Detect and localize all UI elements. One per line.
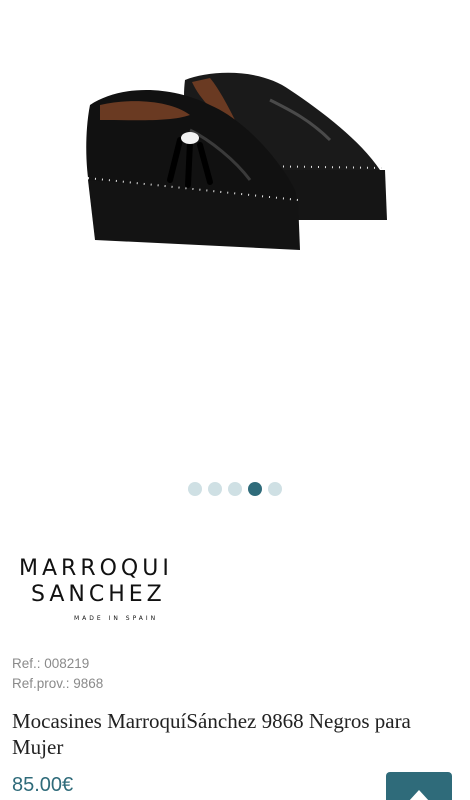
gallery-pagination <box>0 482 470 496</box>
brand-name-line1: MARROQUI <box>19 556 173 581</box>
gallery-dot-2[interactable] <box>208 482 222 496</box>
product-title: Mocasines MarroquíSánchez 9868 Negros pa… <box>12 709 411 759</box>
brand-tagline: MADE IN SPAIN <box>74 615 159 622</box>
product-image-gallery[interactable] <box>0 0 470 496</box>
product-ref: Ref.: 008219 <box>12 656 90 671</box>
scroll-to-top-button[interactable] <box>386 772 452 800</box>
brand-name-line2: SANCHEZ <box>31 582 166 607</box>
gallery-dot-5[interactable] <box>268 482 282 496</box>
gallery-dot-1[interactable] <box>188 482 202 496</box>
gallery-dot-4[interactable] <box>248 482 262 496</box>
product-image[interactable] <box>60 60 410 280</box>
chevron-up-icon <box>408 790 430 800</box>
gallery-dot-3[interactable] <box>228 482 242 496</box>
product-ref-prov: Ref.prov.: 9868 <box>12 676 104 691</box>
product-price: 85.00€ <box>12 774 74 796</box>
product-page: MARROQUI SANCHEZ MADE IN SPAIN Ref.: 008… <box>0 0 470 800</box>
brand-logo[interactable]: MARROQUI SANCHEZ MADE IN SPAIN <box>12 548 232 628</box>
